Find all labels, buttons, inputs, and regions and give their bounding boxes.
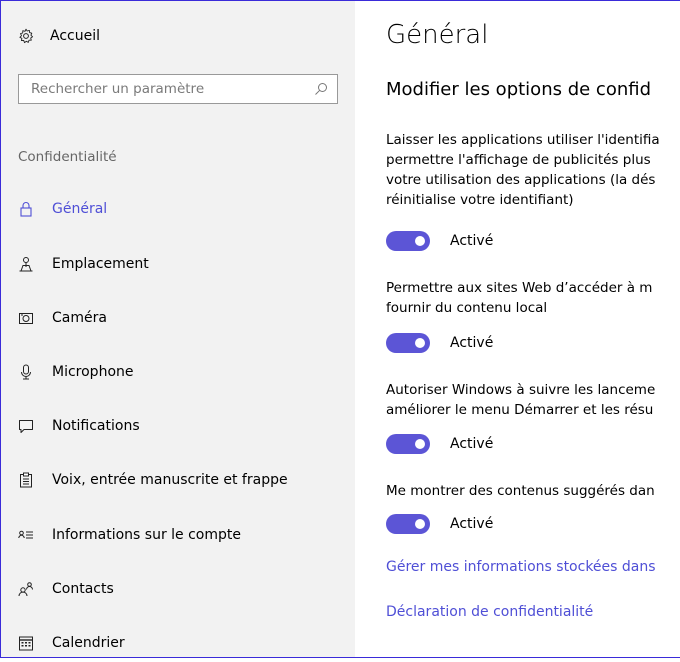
clipboard-icon [18,472,34,488]
toggle-row-app-launch-tracking[interactable]: Activé [386,433,493,455]
section-title: Confidentialité [18,149,117,165]
sidebar-item-microphone[interactable]: Microphone [0,353,355,391]
sidebar: Accueil Confidentialité Général Emplacem… [0,0,355,658]
calendar-icon [18,635,34,651]
lock-icon [18,201,34,217]
sidebar-item-location[interactable]: Emplacement [0,245,355,283]
search-input[interactable] [19,76,313,102]
page-title: Général [386,20,489,50]
home-link[interactable]: Accueil [18,24,100,48]
description-line: améliorer le menu Démarrer et les résu [386,402,654,418]
setting-description-suggested-content: Me montrer des contenus suggérés dan [386,481,655,501]
description-line: Permettre aux sites Web d’accéder à m [386,280,653,296]
toggle-state-label: Activé [450,436,494,452]
manage-info-link[interactable]: Gérer mes informations stockées dans [386,559,656,575]
sidebar-item-calendar[interactable]: Calendrier [0,624,355,662]
sidebar-item-label: Microphone [52,364,134,380]
sidebar-item-general[interactable]: Général [0,190,355,228]
toggle-knob [415,338,425,348]
toggle-switch[interactable] [386,434,430,454]
sidebar-item-label: Contacts [52,581,114,597]
sidebar-item-label: Notifications [52,418,140,434]
microphone-icon [18,364,34,380]
toggle-knob [415,439,425,449]
description-line: Laisser les applications utiliser l'iden… [386,132,660,148]
location-icon [18,256,34,272]
description-line: permettre l'affichage de publicités plus [386,152,651,168]
sidebar-item-label: Voix, entrée manuscrite et frappe [52,472,288,488]
toggle-switch[interactable] [386,514,430,534]
sidebar-item-speech-inking-typing[interactable]: Voix, entrée manuscrite et frappe [0,461,355,499]
notification-icon [18,418,34,434]
sidebar-item-account-info[interactable]: Informations sur le compte [0,516,355,554]
setting-description-app-launch-tracking: Autoriser Windows à suivre les lanceme a… [386,380,655,420]
home-label: Accueil [50,28,100,44]
sidebar-item-camera[interactable]: Caméra [0,299,355,337]
contacts-icon [18,581,34,597]
sidebar-item-contacts[interactable]: Contacts [0,570,355,608]
sidebar-item-notifications[interactable]: Notifications [0,407,355,445]
toggle-state-label: Activé [450,233,494,249]
toggle-switch[interactable] [386,333,430,353]
account-info-icon [18,527,34,543]
main-panel: Général Modifier les options de confid L… [355,0,680,658]
sidebar-item-label: Emplacement [52,256,149,272]
sidebar-item-label: Général [52,201,108,217]
sidebar-item-label: Informations sur le compte [52,527,241,543]
setting-description-language-list: Permettre aux sites Web d’accéder à m fo… [386,278,652,318]
toggle-knob [415,236,425,246]
toggle-row-suggested-content[interactable]: Activé [386,513,493,535]
toggle-row-language-list[interactable]: Activé [386,332,493,354]
toggle-state-label: Activé [450,335,494,351]
sidebar-item-label: Caméra [52,310,107,326]
toggle-switch[interactable] [386,231,430,251]
description-line: fournir du contenu local [386,300,548,316]
description-line: votre utilisation des applications (la d… [386,172,656,188]
section-subtitle: Modifier les options de confid [386,79,651,100]
search-box[interactable] [18,74,338,104]
description-line: Autoriser Windows à suivre les lanceme [386,382,656,398]
camera-icon [18,310,34,326]
search-icon[interactable] [313,81,329,97]
description-line: Me montrer des contenus suggérés dan [386,483,655,499]
sidebar-item-label: Calendrier [52,635,125,651]
toggle-state-label: Activé [450,516,494,532]
setting-description-advertising-id: Laisser les applications utiliser l'iden… [386,130,660,210]
privacy-statement-link[interactable]: Déclaration de confidentialité [386,604,593,620]
description-line: réinitialise votre identifiant) [386,192,574,208]
gear-icon [19,28,34,44]
toggle-row-advertising-id[interactable]: Activé [386,230,493,252]
toggle-knob [415,519,425,529]
